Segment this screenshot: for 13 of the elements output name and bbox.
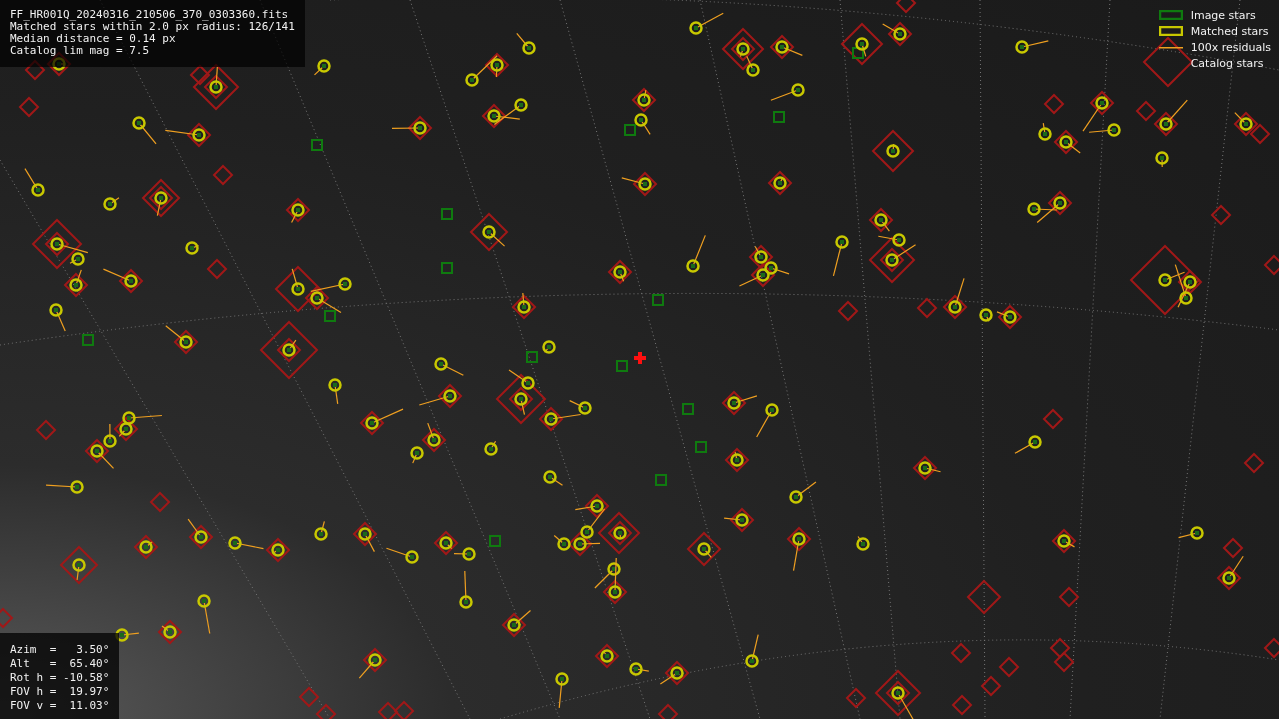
legend-label: Catalog stars <box>1190 56 1264 70</box>
info-line: Catalog lim mag = 7.5 <box>10 45 151 57</box>
pointing-line: FOV v = 11.03° <box>10 699 110 713</box>
pointing-line: Azim = 3.50° <box>10 643 110 657</box>
pointing-line: FOV h = 19.97° <box>10 685 110 699</box>
info-line: Matched stars within 2.0 px radius: 126/141 <box>10 21 295 33</box>
info-line: FF_HR001Q_20240316_210506_370_0303360.fits <box>10 9 290 21</box>
legend-label: 100x residuals <box>1190 40 1271 54</box>
pointing-line: Rot h = -10.58° <box>10 671 110 685</box>
legend-label: Image stars <box>1190 8 1256 22</box>
legend-label: Matched stars <box>1190 24 1269 38</box>
info-line: Median distance = 0.14 px <box>10 33 177 45</box>
pointing-line: Alt = 65.40° <box>10 657 110 671</box>
